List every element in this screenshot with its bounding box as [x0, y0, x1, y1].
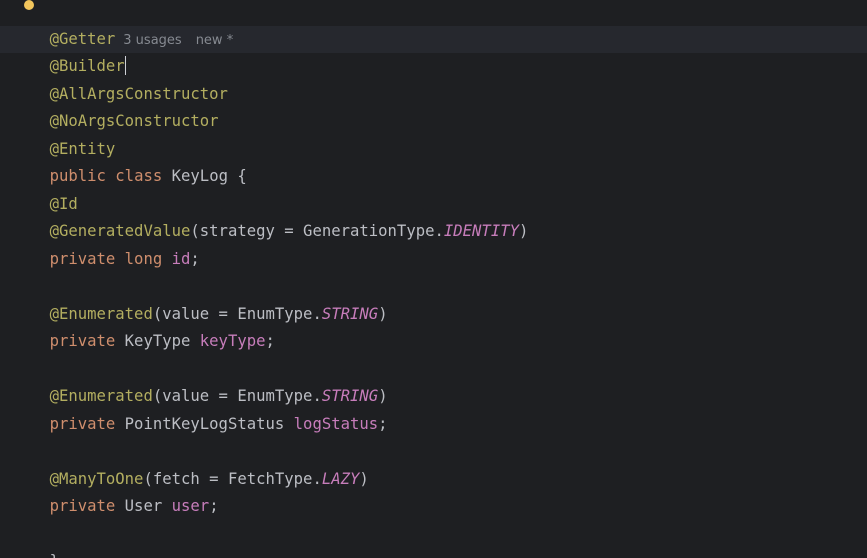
type-status: PointKeyLogStatus [124, 415, 285, 433]
usages-hint[interactable]: 3 usages [123, 33, 181, 48]
keyword-private: private [49, 415, 116, 433]
constant-string: STRING [321, 305, 379, 323]
code-line-generated-value: @GeneratedValue(strategy = GenerationTyp… [12, 218, 529, 245]
code-line-user-field: private User user; [12, 493, 219, 520]
code-line-allargs: @AllArgsConstructor [12, 54, 228, 103]
type-user: User [124, 497, 163, 515]
constant-string: STRING [321, 387, 379, 405]
annotation-many-to-one: @ManyToOne [49, 470, 144, 488]
code-line-keytype-field: private KeyType keyType; [12, 328, 275, 355]
code-line-getter: @Getter 3 usages new * [12, 0, 234, 48]
semicolon: ; [190, 250, 200, 268]
keyword-class: class [115, 167, 163, 185]
close-paren: ) [378, 305, 388, 323]
class-name: KeyLog [171, 167, 228, 185]
code-line-manytoone: @ManyToOne(fetch = FetchType.LAZY) [12, 466, 369, 493]
annotation-enumerated: @Enumerated [49, 305, 153, 323]
field-keytype: keyType [199, 332, 266, 350]
code-line-entity: @Entity [12, 109, 116, 158]
keyword-public: public [49, 167, 106, 185]
keyword-private: private [49, 497, 116, 515]
code-line-id-field: private long id; [12, 246, 200, 273]
code-line-close-brace: } [12, 521, 59, 558]
keyword-private: private [49, 250, 116, 268]
constant-lazy: LAZY [321, 470, 360, 488]
annotation-id: @Id [49, 195, 78, 213]
keyword-long: long [124, 250, 163, 268]
semicolon: ; [265, 332, 275, 350]
semicolon: ; [209, 497, 219, 515]
semicolon: ; [378, 415, 388, 433]
code-line-builder: @Builder [12, 26, 127, 75]
open-brace: { [237, 167, 247, 185]
type-keytype: KeyType [124, 332, 191, 350]
close-paren: ) [359, 470, 369, 488]
code-line-noargs: @NoArgsConstructor [12, 81, 219, 130]
keyword-private: private [49, 332, 116, 350]
enumerated-args: (value = EnumType. [152, 305, 322, 323]
close-paren: ) [518, 222, 529, 240]
vcs-status-hint[interactable]: new * [196, 33, 234, 48]
field-id: id [171, 250, 191, 268]
generated-args: (strategy = GenerationType. [190, 222, 444, 240]
field-log-status: logStatus [293, 415, 379, 433]
manytoone-args: (fetch = FetchType. [143, 470, 322, 488]
close-brace: } [50, 552, 59, 558]
code-line-status-field: private PointKeyLogStatus logStatus; [12, 411, 388, 438]
field-user: user [171, 497, 210, 515]
code-editor[interactable]: @Getter 3 usages new * @Builder @AllArgsCo… [0, 0, 867, 558]
close-paren: ) [378, 387, 388, 405]
code-line-enumerated-2: @Enumerated(value = EnumType.STRING) [12, 383, 388, 410]
code-line-id-annotation: @Id [12, 191, 78, 218]
code-line-class-decl: public class KeyLog { [12, 136, 247, 185]
annotation-enumerated: @Enumerated [49, 387, 153, 405]
annotation-generated-value: @GeneratedValue [49, 222, 191, 240]
code-line-enumerated-1: @Enumerated(value = EnumType.STRING) [12, 301, 388, 328]
constant-identity: IDENTITY [443, 222, 519, 240]
enumerated-args: (value = EnumType. [152, 387, 322, 405]
